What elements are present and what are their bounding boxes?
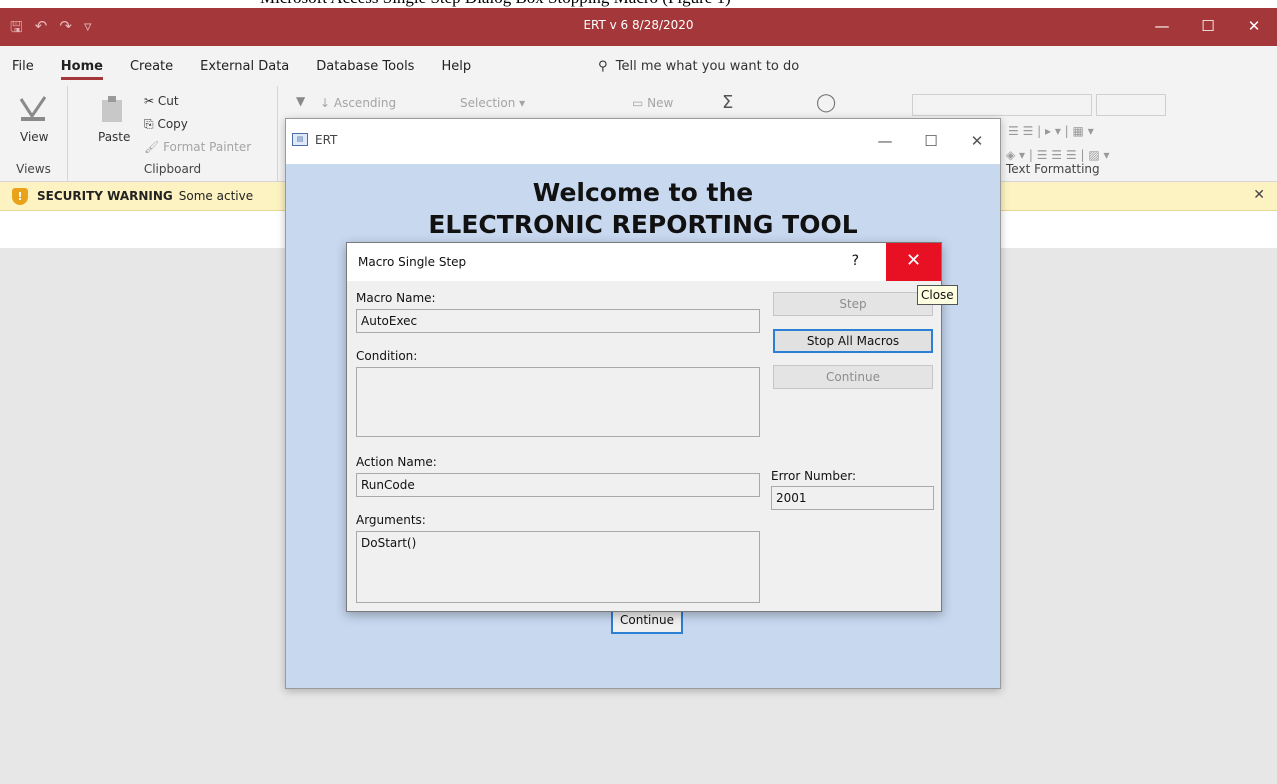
- group-label-clipboard: Clipboard: [143, 162, 202, 176]
- tab-database-tools[interactable]: Database Tools: [316, 59, 414, 80]
- macro-single-step-dialog: Macro Single Step ? ✕ Macro Name: AutoEx…: [346, 242, 942, 612]
- condition-field[interactable]: [356, 367, 760, 437]
- error-number-label: Error Number:: [771, 469, 857, 483]
- security-warning-message: Some active: [178, 189, 254, 203]
- action-name-field[interactable]: RunCode: [356, 473, 760, 497]
- arguments-label: Arguments:: [356, 513, 426, 527]
- window-controls: — ☐ ✕: [1139, 8, 1277, 46]
- welcome-line-1: Welcome to the: [532, 178, 754, 207]
- cut-button[interactable]: ✂ Cut: [144, 94, 179, 108]
- indent-icons[interactable]: ☰ ☰ | ▸ ▾ | ▦ ▾: [1008, 124, 1094, 138]
- selection-button[interactable]: Selection ▾: [460, 96, 525, 110]
- warning-shield-icon: !: [12, 188, 28, 205]
- form-icon: ▤: [292, 133, 308, 146]
- minimize-icon[interactable]: —: [862, 119, 908, 164]
- action-name-label: Action Name:: [356, 455, 437, 469]
- close-tooltip: Close: [917, 285, 958, 305]
- stop-all-macros-button[interactable]: Stop All Macros: [773, 329, 933, 353]
- totals-icon[interactable]: Σ: [722, 92, 733, 113]
- group-label-views: Views: [16, 162, 51, 176]
- document-header-text: Microsoft Access Single Step Dialog Box …: [260, 0, 731, 8]
- tab-help[interactable]: Help: [441, 59, 471, 80]
- tab-home[interactable]: Home: [60, 59, 103, 80]
- view-icon: [19, 96, 47, 121]
- document-header-strip: Microsoft Access Single Step Dialog Box …: [0, 0, 1277, 8]
- paste-icon: [102, 96, 122, 122]
- close-icon[interactable]: ✕: [1231, 8, 1277, 46]
- paste-button[interactable]: Paste: [98, 130, 130, 144]
- maximize-icon[interactable]: ☐: [1185, 8, 1231, 46]
- arguments-field[interactable]: DoStart(): [356, 531, 760, 603]
- app-title: ERT v 6 8/28/2020: [583, 18, 694, 32]
- tell-me-text: Tell me what you want to do: [615, 59, 800, 74]
- view-button[interactable]: View: [20, 130, 48, 144]
- ert-form-title: ERT: [315, 133, 338, 147]
- step-button[interactable]: Step: [773, 292, 933, 316]
- close-warning-icon[interactable]: ✕: [1253, 187, 1265, 203]
- security-warning-text: SECURITY WARNING Some active: [37, 189, 253, 203]
- dialog-close-icon[interactable]: ✕: [886, 243, 941, 281]
- macro-name-label: Macro Name:: [356, 291, 436, 305]
- continue-button[interactable]: Continue: [773, 365, 933, 389]
- app-titlebar: 🖫 ↶ ↷ ▿ ERT v 6 8/28/2020 — ☐ ✕: [0, 8, 1277, 46]
- font-name-select[interactable]: [912, 94, 1092, 116]
- macro-name-field[interactable]: AutoExec: [356, 309, 760, 333]
- security-warning-heading: SECURITY WARNING: [37, 189, 173, 203]
- group-label-text-formatting: Text Formatting: [1006, 162, 1100, 176]
- dialog-title: Macro Single Step: [358, 255, 467, 269]
- search-icon: ⚲: [598, 59, 608, 74]
- dialog-titlebar: Macro Single Step ? ✕: [347, 243, 941, 281]
- ribbon-tabs: File Home Create External Data Database …: [0, 46, 1277, 86]
- condition-label: Condition:: [356, 349, 418, 363]
- ert-form-titlebar: ▤ ERT — ☐ ✕: [286, 119, 1000, 164]
- tell-me-search[interactable]: ⚲ Tell me what you want to do: [598, 59, 799, 74]
- copy-icon: ⎘: [144, 117, 154, 131]
- group-views: View Views: [0, 86, 68, 182]
- align-icons[interactable]: ◈ ▾ | ☰ ☰ ☰ | ▨ ▾: [1006, 148, 1110, 162]
- close-icon[interactable]: ✕: [954, 119, 1000, 164]
- scissors-icon: ✂: [144, 94, 155, 108]
- find-icon[interactable]: ◯: [816, 92, 836, 113]
- font-size-select[interactable]: [1096, 94, 1166, 116]
- tab-external-data[interactable]: External Data: [200, 59, 289, 80]
- help-icon[interactable]: ?: [852, 253, 859, 269]
- tab-create[interactable]: Create: [130, 59, 173, 80]
- brush-icon: 🖌: [144, 140, 160, 154]
- welcome-line-2: ELECTRONIC REPORTING TOOL: [428, 210, 858, 239]
- maximize-icon[interactable]: ☐: [908, 119, 954, 164]
- welcome-heading: Welcome to the ELECTRONIC REPORTING TOOL: [286, 177, 1000, 241]
- tab-file[interactable]: File: [12, 59, 34, 80]
- minimize-icon[interactable]: —: [1139, 8, 1185, 46]
- error-number-field[interactable]: 2001: [771, 486, 934, 510]
- copy-button[interactable]: ⎘ Copy: [144, 117, 188, 132]
- ert-form-controls: — ☐ ✕: [862, 119, 1000, 164]
- filter-icon: ▼: [296, 94, 306, 108]
- new-record-button[interactable]: ▭ New: [632, 96, 673, 110]
- group-clipboard: Paste ✂ Cut ⎘ Copy 🖌 Format Painter Clip…: [68, 86, 278, 182]
- ascending-button[interactable]: ↓ Ascending: [320, 96, 396, 110]
- format-painter-button[interactable]: 🖌 Format Painter: [144, 140, 251, 154]
